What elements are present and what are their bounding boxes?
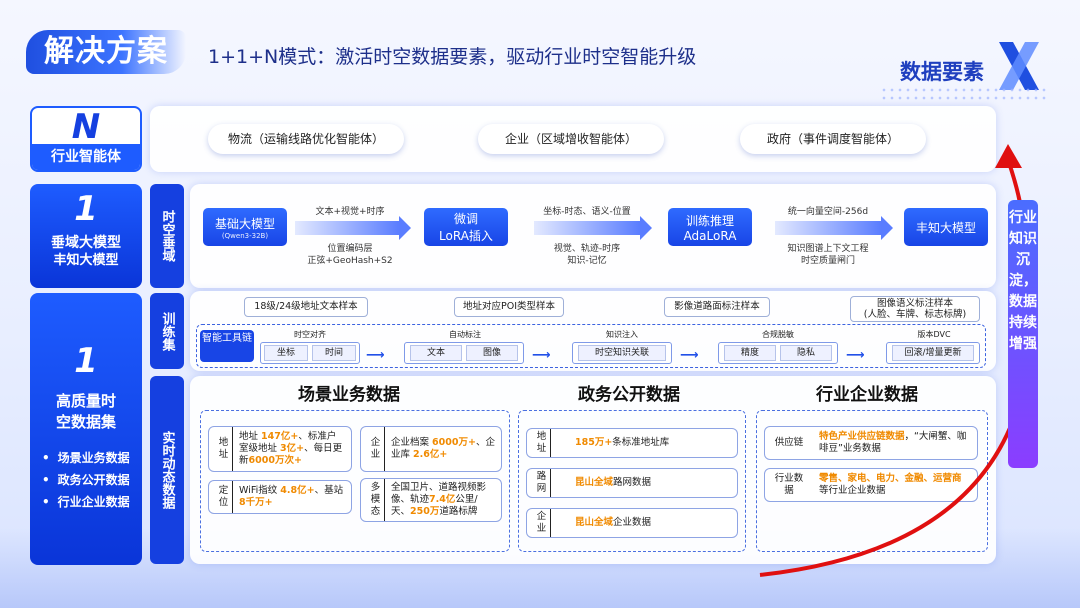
finetune-line2: LoRA插入 [439,229,493,243]
card-text: 地址 147亿+、标准户室级地址 3亿+、每日更新6000万次+ [239,431,345,467]
card-label: 地址 [533,429,551,457]
vlabel-realtime: 实时动态数据 [150,376,184,564]
right-label: 行业知识沉淀，数据持续增强 [1008,200,1038,468]
card-address: 地址 地址 147亿+、标准户室级地址 3亿+、每日更新6000万次+ [208,426,352,472]
n-label: 行业智能体 [32,144,140,170]
card-text-part: 道路标牌 [439,506,478,517]
n-letter: N [71,107,101,147]
base-model-title: 基础大模型 [214,216,275,231]
card-label: 企业 [367,427,385,471]
card-label: 地址 [215,427,233,471]
card-highlight: 4.8亿+ [280,485,315,496]
card-label: 多模态 [367,479,385,521]
card-highlight: 8千万+ [239,497,273,508]
card-text: 企业档案 6000万+、企业库 2.6亿+ [391,437,495,461]
card-text: 185万+条标准地址库 [575,437,731,449]
chip-image: 图像 [466,345,518,361]
card-highlight: 昆山全域 [575,517,614,528]
card-gov-enterprise: 企业 昆山全域企业数据 [526,508,738,538]
page-subtitle: 1+1+N模式：激活时空数据要素，驱动行业时空智能升级 [208,46,697,68]
decorative-dots [880,86,1050,100]
card-gov-address: 地址 185万+条标准地址库 [526,428,738,458]
base-model-box: 基础大模型 (Qwen3-32B) [203,208,287,246]
card-label: 企业 [533,509,551,537]
stage-knowledge: 知识注入 [606,330,638,339]
sample-address: 18级/24级地址文本样本 [244,297,368,317]
dataset-label-2: 空数据集 [55,413,116,431]
vlabel-train: 训练集 [150,293,184,369]
arrow-1 [295,216,411,240]
bullet-item: 政务公开数据 [42,469,142,491]
card-highlight: 250万 [410,506,440,517]
card-text: 昆山全域路网数据 [575,477,731,489]
card-label: 定位 [215,481,233,513]
arrow1-top: 文本+视觉+时序 [315,207,385,217]
vlabel-spatial: 时空垂域 [150,184,184,288]
model-label-2: 丰知大模型 [53,253,119,268]
chain-arrow: ⟶ [366,348,385,363]
brand-x-logo [999,42,1039,90]
card-highlight: 2.6亿+ [413,449,448,460]
card-location: 定位 WiFi指纹 4.8亿+、基站 8千万+ [208,480,352,514]
arrow2-bot1: 视觉、轨迹-时序 [553,244,621,254]
stage-autolabel: 自动标注 [449,330,481,339]
arrow1-bot2: 正弦+GeoHash+S2 [307,256,393,266]
dataset-bullets: 场景业务数据 政务公开数据 行业企业数据 [30,447,142,513]
card-text-part: WiFi指纹 [239,485,281,496]
section-gov-title: 政务公开数据 [578,385,680,405]
card-highlight: 185万+ [575,437,613,448]
n-block: N 行业智能体 [30,106,142,172]
card-text-part: 企业档案 [391,437,433,448]
chain-arrow: ⟶ [532,348,551,363]
card-highlight: 3亿+ [280,443,305,454]
card-multimodal: 多模态 全国卫片、道路视频影像、轨迹7.4亿公里/天、250万道路标牌 [360,478,502,522]
chip-coord: 坐标 [264,345,308,361]
dataset-block: 1 高质量时 空数据集 场景业务数据 政务公开数据 行业企业数据 [30,293,142,565]
base-model-sub: (Qwen3-32B) [221,231,269,240]
stage-align: 时空对齐 [294,330,326,339]
arrow-2 [534,216,652,240]
toolchain-label: 智能工具链 [200,330,254,362]
bullet-item: 行业企业数据 [42,491,142,513]
chain-arrow: ⟶ [680,348,699,363]
page-title: 解决方案 [26,30,186,74]
card-text-part: 路网数据 [613,477,652,488]
chip-knowledge-link: 时空知识关联 [578,345,666,361]
card-enterprise: 企业 企业档案 6000万+、企业库 2.6亿+ [360,426,502,472]
model-label-1: 垂域大模型 [51,235,121,251]
card-highlight: 6000万次+ [248,455,302,466]
bullet-item: 场景业务数据 [42,447,142,469]
card-text: 全国卫片、道路视频影像、轨迹7.4亿公里/天、250万道路标牌 [391,482,495,518]
finetune-box: 微调 LoRA插入 [424,208,508,246]
chip-time: 时间 [312,345,356,361]
model-number: 1 [74,189,98,229]
brand-text: 数据要素 [900,60,984,84]
arrow1-bot1: 位置编码层 [327,244,373,254]
card-highlight: 7.4亿 [429,494,456,505]
card-text-part: 企业数据 [613,517,652,528]
model-block: 1 垂域大模型 丰知大模型 [30,184,142,288]
arrow2-top: 坐标-时态、语义-位置 [543,207,631,217]
agent-enterprise: 企业（区域增收智能体） [478,124,664,154]
feedback-arc-arrow [759,144,1032,577]
card-gov-road: 路网 昆山全域路网数据 [526,468,738,498]
chip-text: 文本 [410,345,462,361]
card-text: WiFi指纹 4.8亿+、基站 8千万+ [239,485,345,509]
section-scene-title: 场景业务数据 [298,385,400,405]
agent-logistics: 物流（运输线路优化智能体） [208,124,404,154]
sample-poi: 地址对应POI类型样本 [454,297,564,317]
dataset-number: 1 [74,341,98,381]
arrow2-bot2: 知识-记忆 [567,256,607,266]
card-text-part: 、基站 [314,485,344,496]
card-text: 昆山全域企业数据 [575,517,731,529]
dataset-label-1: 高质量时 [55,392,116,410]
finetune-line1: 微调 [453,212,478,226]
card-text-part: 条标准地址库 [612,437,670,448]
card-text-part: 地址 [239,431,262,442]
card-highlight: 147亿+ [261,431,299,442]
card-label: 路网 [533,469,551,497]
card-highlight: 6000万+ [432,437,476,448]
card-highlight: 昆山全域 [575,477,614,488]
